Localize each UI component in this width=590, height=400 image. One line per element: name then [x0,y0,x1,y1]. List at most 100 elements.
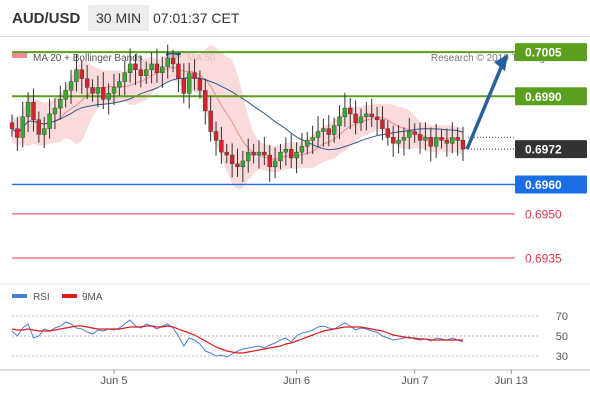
level-0.6960: 0.6960 [12,175,587,194]
candle-body [106,93,111,100]
x-tick-label: Jun 6 [283,375,310,387]
candle-body [396,140,401,144]
candle-body [380,119,385,129]
rsi-legend: RSI 9MA [12,292,103,303]
candle-body [439,137,444,141]
candle-body [358,116,364,123]
candle-body [25,101,31,118]
candle-body [364,113,369,118]
candle-body [95,87,101,94]
candle-body [197,78,203,91]
candle-body [170,57,176,65]
candle-body [127,63,133,73]
level-0.6950: 0.6950 [12,207,562,221]
candle-body [412,131,417,135]
candle-body [144,69,149,76]
candle-body [326,128,331,135]
ma9-legend-swatch [62,294,77,298]
candle-body [288,148,294,159]
candle-body [315,131,321,138]
level-0.6935: 0.6935 [12,251,562,265]
level-label: 0.6990 [525,90,562,104]
candle-body [192,72,197,79]
candle-body [348,107,353,115]
x-tick-label: Jun 5 [101,375,128,387]
x-tick-label: Jun 7 [401,375,428,387]
candle-body [176,63,181,79]
candle-body [299,146,305,153]
candle-body [111,87,117,94]
candle-body [369,113,374,118]
candle-body [267,154,272,168]
candle-body [407,131,412,138]
candle-body [15,128,20,138]
level-label: 0.6972 [525,143,562,157]
candle-body [68,81,74,91]
candle-body [36,119,42,135]
candle-body [224,151,229,156]
candle-body [417,134,423,141]
timestamp-label: 07:01:37 CET [153,10,240,26]
ma9-legend-label: 9MA [82,292,103,303]
candle-body [203,90,208,112]
candle-body [428,137,433,147]
candle-body [208,110,213,132]
candle-body [58,99,63,109]
candle-body [272,160,278,168]
projection-arrow-line [465,64,504,150]
candle-body [294,151,299,159]
candle-body [433,137,439,147]
candle-body [444,140,450,144]
candle-body [31,101,36,120]
candle-body [160,66,165,73]
level-label: 0.6935 [525,251,562,265]
candle-body [229,154,235,165]
candle-body [79,69,84,79]
candle-body [122,72,127,82]
candle-body [460,140,466,150]
candle-body [74,69,79,82]
level-label: 0.6950 [525,207,562,221]
symbol-label: AUD/USD [12,10,81,27]
candle-body [321,128,326,132]
candle-body [353,113,358,123]
candle-body [305,140,310,147]
candle-body [251,151,256,156]
candle-body [90,87,95,94]
candle-body [20,116,25,138]
candle-body [450,137,455,144]
candle-body [310,137,315,141]
candle-body [154,63,160,73]
candle-body [101,87,106,100]
level-label: 0.6960 [525,178,562,192]
candle-body [186,72,192,94]
candle-body [385,128,391,138]
candle-body [213,131,219,141]
level-label: 0.7005 [525,46,562,60]
candle-body [63,90,68,100]
candle-body [278,151,283,162]
rsi-legend-label: RSI [33,292,50,303]
rsi-tick-label: 70 [556,311,568,323]
chart-header: AUD/USD 30 MIN 07:01:37 CET [0,0,590,37]
candle-body [84,78,90,88]
level-0.6972: 0.6972 [468,140,587,159]
candle-body [256,151,262,156]
timeframe-badge[interactable]: 30 MIN [88,5,150,31]
candle-body [52,107,58,115]
candle-body [138,69,144,76]
candle-body [9,122,15,129]
candle-body [235,163,240,168]
candle-body [181,78,187,94]
rsi-legend-swatch [12,294,27,298]
legend-swatch-ma20 [12,53,27,58]
rsi-tick-label: 50 [556,331,568,343]
price-chart: MA 20 + Bollinger BandsMA 50Research © 2… [0,43,590,387]
candle-body [337,116,342,126]
candle-body [283,148,289,153]
candle-body [117,81,122,88]
rsi-tick-label: 30 [556,351,568,363]
candle-body [401,137,407,141]
candle-body [149,63,154,71]
candle-body [42,128,47,135]
